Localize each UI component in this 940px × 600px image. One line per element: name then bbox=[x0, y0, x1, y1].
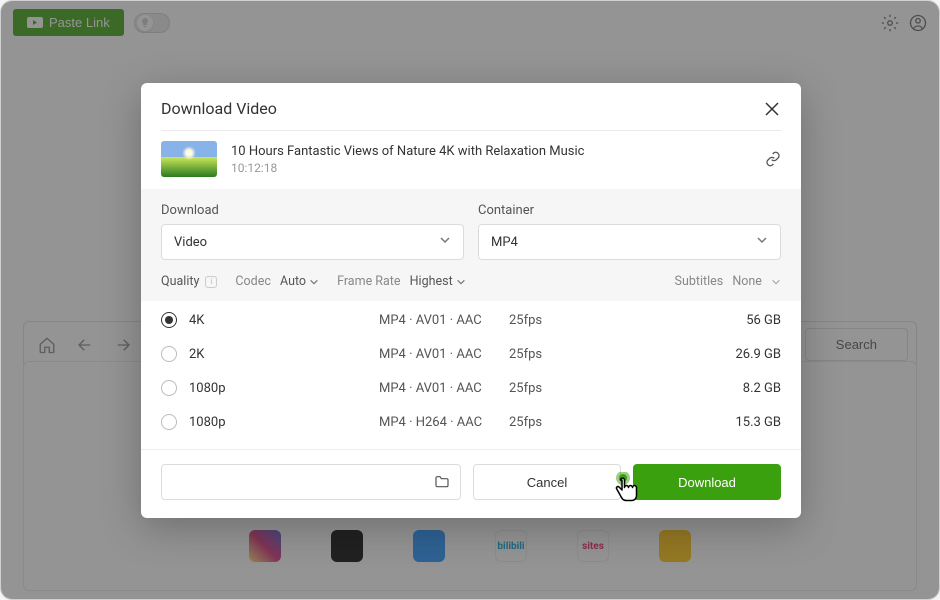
modal-footer: Cancel Download bbox=[141, 449, 801, 518]
quality-fps: 25fps bbox=[509, 347, 589, 362]
video-info: 10 Hours Fantastic Views of Nature 4K wi… bbox=[231, 144, 751, 175]
subtitles-filter[interactable]: Subtitles None bbox=[675, 274, 781, 289]
chevron-down-icon bbox=[309, 277, 319, 287]
codec-filter[interactable]: Codec Auto bbox=[235, 274, 319, 289]
quality-row-1080p-h264[interactable]: 1080p MP4 · H264 · AAC 25fps 15.3 GB bbox=[161, 405, 781, 439]
container-label: Container bbox=[478, 203, 781, 218]
container-value: MP4 bbox=[491, 235, 518, 250]
quality-row-2k[interactable]: 2K MP4 · AV01 · AAC 25fps 26.9 GB bbox=[161, 337, 781, 371]
info-icon[interactable]: i bbox=[205, 276, 217, 288]
quality-name: 1080p bbox=[189, 381, 379, 396]
quality-list: 4K MP4 · AV01 · AAC 25fps 56 GB 2K MP4 ·… bbox=[141, 301, 801, 449]
quality-codec: MP4 · AV01 · AAC bbox=[379, 381, 509, 396]
quality-size: 56 GB bbox=[746, 313, 781, 328]
radio-button[interactable] bbox=[161, 380, 177, 396]
radio-button[interactable] bbox=[161, 346, 177, 362]
video-thumbnail bbox=[161, 141, 217, 177]
app-window: Paste Link Search bilibili sites bbox=[0, 0, 940, 600]
output-path-field[interactable] bbox=[161, 464, 461, 500]
download-type-select[interactable]: Video bbox=[161, 224, 464, 260]
cancel-button[interactable]: Cancel bbox=[473, 464, 621, 500]
quality-size: 26.9 GB bbox=[735, 347, 781, 362]
download-button[interactable]: Download bbox=[633, 464, 781, 500]
quality-name: 2K bbox=[189, 347, 379, 362]
close-button[interactable] bbox=[765, 101, 781, 117]
close-icon bbox=[765, 102, 779, 116]
download-type-value: Video bbox=[174, 235, 207, 250]
params-section: Download Video Container MP4 Qualit bbox=[141, 189, 801, 301]
quality-size: 15.3 GB bbox=[735, 415, 781, 430]
quality-codec: MP4 · H264 · AAC bbox=[379, 415, 509, 430]
chevron-down-icon bbox=[439, 234, 451, 250]
chevron-down-icon bbox=[756, 234, 768, 250]
quality-fps: 25fps bbox=[509, 381, 589, 396]
chevron-down-icon bbox=[771, 277, 781, 287]
chevron-down-icon bbox=[456, 277, 466, 287]
quality-row-1080p-av01[interactable]: 1080p MP4 · AV01 · AAC 25fps 8.2 GB bbox=[161, 371, 781, 405]
link-icon bbox=[765, 151, 781, 167]
quality-filter-label: Quality i bbox=[161, 274, 217, 289]
quality-name: 1080p bbox=[189, 415, 379, 430]
quality-fps: 25fps bbox=[509, 313, 589, 328]
modal-header: Download Video bbox=[141, 83, 801, 130]
quality-name: 4K bbox=[189, 313, 379, 328]
quality-codec: MP4 · AV01 · AAC bbox=[379, 347, 509, 362]
radio-button[interactable] bbox=[161, 312, 177, 328]
quality-codec: MP4 · AV01 · AAC bbox=[379, 313, 509, 328]
open-link-button[interactable] bbox=[765, 151, 781, 167]
folder-icon bbox=[434, 474, 450, 490]
radio-button[interactable] bbox=[161, 414, 177, 430]
container-select[interactable]: MP4 bbox=[478, 224, 781, 260]
quality-fps: 25fps bbox=[509, 415, 589, 430]
quality-size: 8.2 GB bbox=[743, 381, 781, 396]
video-row: 10 Hours Fantastic Views of Nature 4K wi… bbox=[141, 131, 801, 189]
framerate-filter[interactable]: Frame Rate Highest bbox=[337, 274, 466, 289]
video-duration: 10:12:18 bbox=[231, 161, 751, 175]
download-type-label: Download bbox=[161, 203, 464, 218]
download-modal: Download Video 10 Hours Fantastic Views … bbox=[141, 83, 801, 518]
quality-row-4k[interactable]: 4K MP4 · AV01 · AAC 25fps 56 GB bbox=[161, 303, 781, 337]
filter-row: Quality i Codec Auto Frame Rate Highest … bbox=[161, 260, 781, 293]
modal-title: Download Video bbox=[161, 99, 277, 118]
video-title: 10 Hours Fantastic Views of Nature 4K wi… bbox=[231, 144, 751, 159]
